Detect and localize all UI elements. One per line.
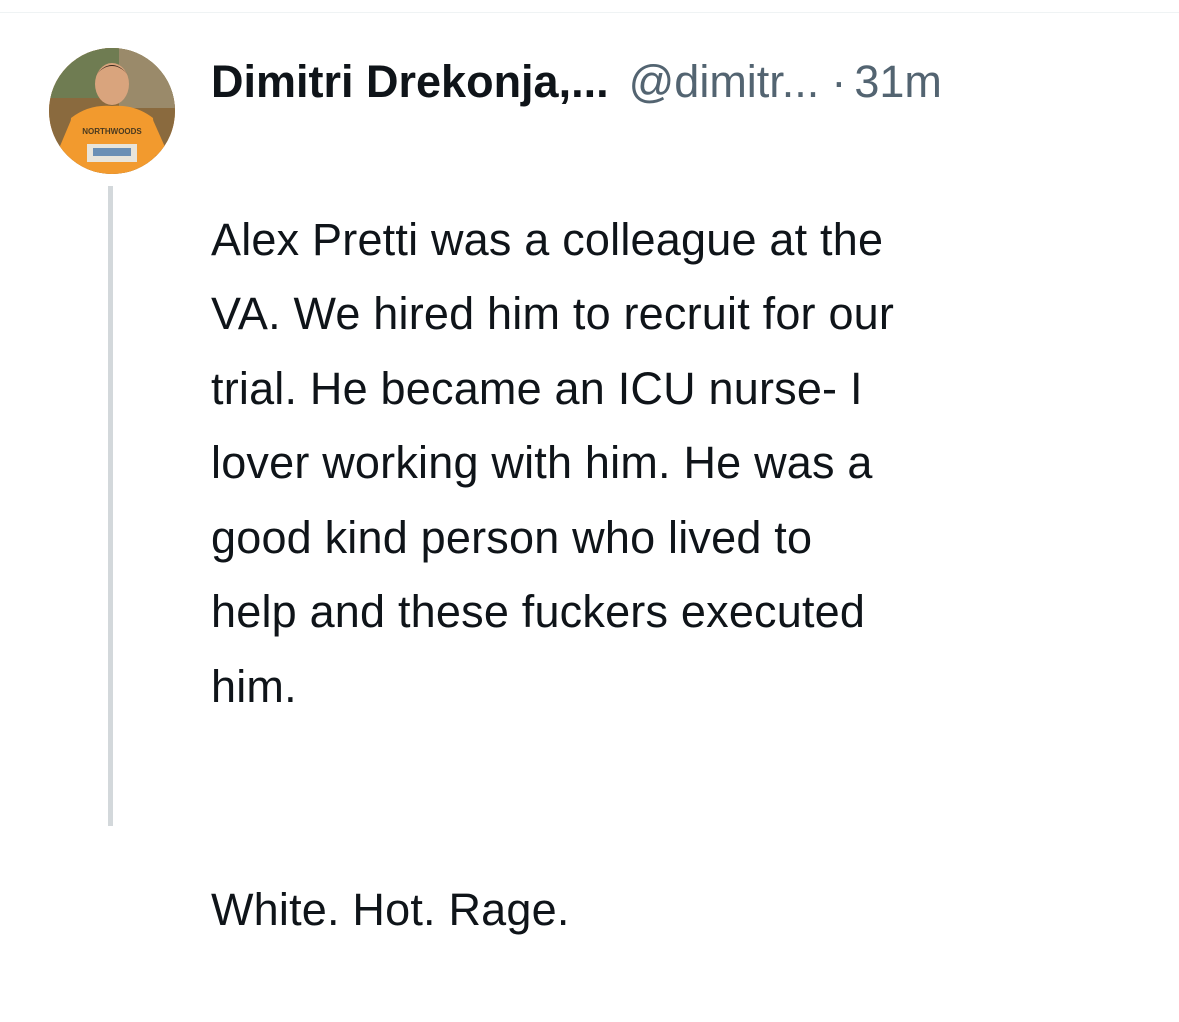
avatar-shirt-text: NORTHWOODS <box>82 127 142 136</box>
separator-dot: · <box>831 56 847 107</box>
post-header: Dimitri Drekonja,... @dimitr... · 31m <box>211 54 1151 110</box>
post-text: Alex Pretti was a colleague at the VA. W… <box>211 128 1151 1022</box>
avatar[interactable]: NORTHWOODS <box>49 48 175 174</box>
post[interactable]: NORTHWOODS Dimitri Drekonja,... @dimitr.… <box>0 0 1179 935</box>
post-content: Dimitri Drekonja,... @dimitr... · 31m Al… <box>211 54 1151 1022</box>
avatar-image: NORTHWOODS <box>49 48 175 174</box>
author-handle[interactable]: @dimitr... <box>629 54 820 110</box>
post-timestamp[interactable]: 31m <box>854 54 942 110</box>
post-paragraph-2: White. Hot. Rage. <box>211 884 570 935</box>
post-paragraph-1: Alex Pretti was a colleague at the VA. W… <box>211 213 895 712</box>
author-display-name[interactable]: Dimitri Drekonja,... <box>211 54 609 110</box>
thread-line <box>108 186 113 826</box>
